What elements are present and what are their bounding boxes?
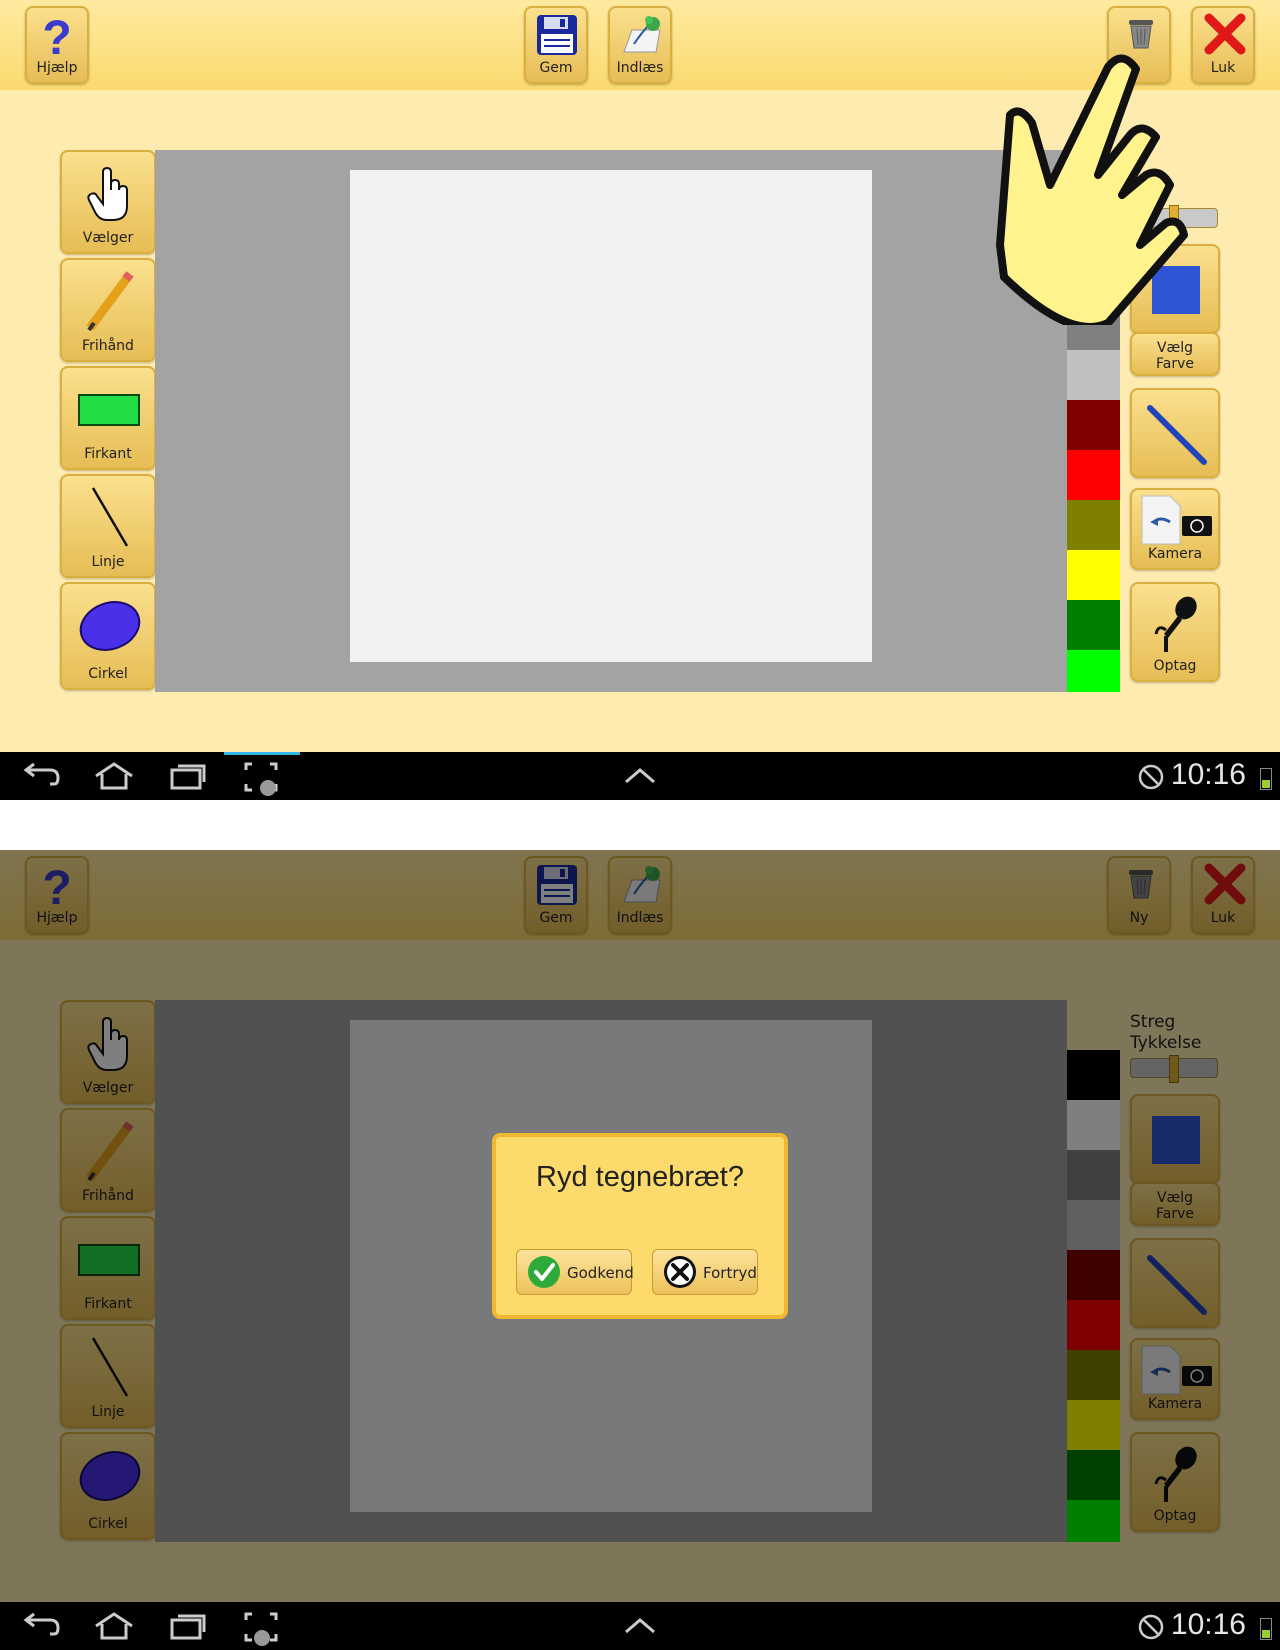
confirm-label: Godkend <box>567 1264 634 1282</box>
stroke-style-button[interactable] <box>1130 388 1220 478</box>
no-signal-icon <box>1138 764 1164 790</box>
svg-text:?: ? <box>42 12 71 60</box>
color-swatch-olive[interactable] <box>1067 500 1120 550</box>
cancel-button[interactable]: Fortryd <box>652 1249 758 1295</box>
tool-line[interactable]: Linje <box>60 474 156 578</box>
recent-apps-icon[interactable] <box>168 1612 208 1640</box>
tool-circle-label: Cirkel <box>88 666 128 682</box>
checkmark-icon <box>528 1256 560 1288</box>
pick-color-button[interactable]: Vælg Farve <box>1130 332 1220 376</box>
tool-freehand-label: Frihånd <box>82 338 134 354</box>
color-swatch-lime[interactable] <box>1067 650 1120 692</box>
confirm-button[interactable]: Godkend <box>516 1249 634 1295</box>
screenshot-icon[interactable] <box>244 1612 284 1648</box>
load-button[interactable]: Indlæs <box>608 6 672 84</box>
line-icon <box>91 487 129 547</box>
tool-circle[interactable]: Cirkel <box>60 582 156 690</box>
question-icon: ? <box>42 12 71 60</box>
tool-rectangle-label: Firkant <box>84 446 132 462</box>
tutorial-hand-pointer-icon <box>996 54 1188 325</box>
clock: 10:16 <box>1170 758 1246 791</box>
screen-drawing: ? Hjælp Gem Indlæs Luk Vælger Frihånd Fi… <box>0 0 1280 800</box>
clock: 10:16 <box>1170 1608 1246 1641</box>
save-button[interactable]: Gem <box>524 6 588 84</box>
hand-pointer-icon <box>87 166 128 221</box>
screenshot-icon[interactable] <box>244 762 284 798</box>
floppy-disk-icon <box>537 15 577 55</box>
load-drawing-icon <box>623 16 661 53</box>
battery-icon <box>1260 1618 1272 1640</box>
no-signal-icon <box>1138 1614 1164 1640</box>
system-nav-bar: 10:16 <box>0 752 1280 800</box>
save-label: Gem <box>539 60 573 76</box>
back-icon[interactable] <box>20 1612 60 1640</box>
camera-icon <box>1141 495 1212 545</box>
tool-selector-label: Vælger <box>82 230 134 246</box>
microphone-icon <box>1154 596 1197 652</box>
pencil-icon <box>86 271 134 332</box>
tool-freehand[interactable]: Frihånd <box>60 258 156 362</box>
chevron-up-icon[interactable] <box>622 766 658 786</box>
cancel-x-icon <box>664 1256 696 1288</box>
tool-rectangle[interactable]: Firkant <box>60 366 156 470</box>
stroke-line-icon <box>1147 405 1207 465</box>
color-swatch-green[interactable] <box>1067 600 1120 650</box>
camera-label: Kamera <box>1147 546 1203 562</box>
camera-button[interactable]: Kamera <box>1130 488 1220 570</box>
cancel-label: Fortryd <box>703 1264 757 1282</box>
pick-color-line1: Vælg <box>1156 340 1194 356</box>
help-label: Hjælp <box>36 60 78 76</box>
color-swatch-silver[interactable] <box>1067 350 1120 400</box>
rectangle-icon <box>78 394 140 426</box>
clear-canvas-dialog: Ryd tegnebræt? Godkend Fortryd <box>492 1133 788 1319</box>
drawing-paper[interactable] <box>350 170 872 662</box>
home-icon[interactable] <box>92 762 136 790</box>
help-button[interactable]: ? Hjælp <box>25 6 89 84</box>
color-swatch-maroon[interactable] <box>1067 400 1120 450</box>
record-button[interactable]: Optag <box>1130 582 1220 682</box>
screenshot-highlight <box>224 752 300 755</box>
home-icon[interactable] <box>92 1612 136 1640</box>
screen-clear-dialog: ? Hjælp Gem Indlæs Ny <box>0 850 1280 1650</box>
chevron-up-icon[interactable] <box>622 1616 658 1636</box>
ellipse-icon <box>79 601 141 651</box>
record-label: Optag <box>1153 658 1197 674</box>
tool-line-label: Linje <box>91 554 125 570</box>
system-nav-bar: 10:16 <box>0 1602 1280 1650</box>
recent-apps-icon[interactable] <box>168 762 208 790</box>
back-icon[interactable] <box>20 762 60 790</box>
tool-selector[interactable]: Vælger <box>60 150 156 254</box>
color-swatch-red[interactable] <box>1067 450 1120 500</box>
battery-icon <box>1260 768 1272 790</box>
load-label: Indlæs <box>616 60 664 76</box>
pick-color-line2: Farve <box>1155 356 1194 372</box>
color-swatch-yellow[interactable] <box>1067 550 1120 600</box>
dialog-message: Ryd tegnebræt? <box>536 1161 744 1193</box>
